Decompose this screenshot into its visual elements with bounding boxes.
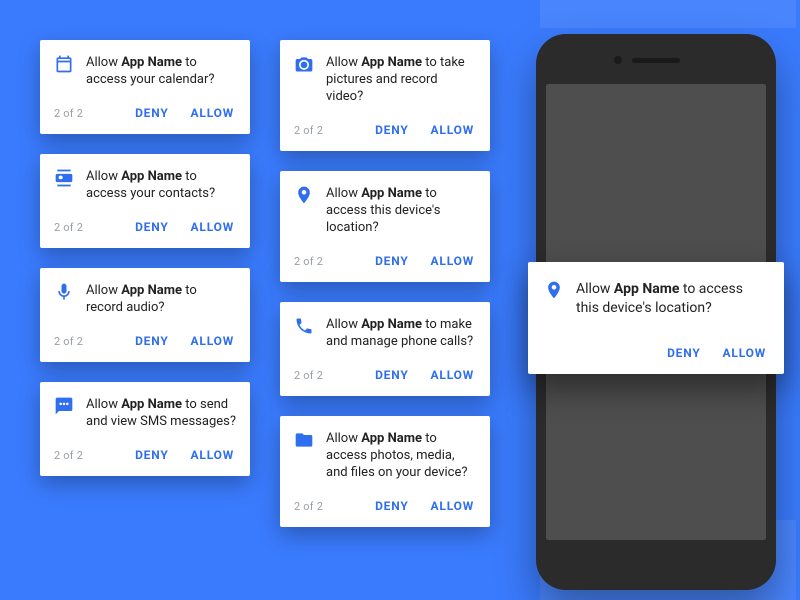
- deny-button[interactable]: DENY: [373, 250, 410, 272]
- allow-button[interactable]: ALLOW: [429, 119, 476, 141]
- permission-dialog-calendar: Allow App Name to access your calendar? 2…: [40, 40, 250, 134]
- permission-prefix: Allow: [326, 55, 361, 70]
- permission-counter: 2 of 2: [294, 255, 323, 268]
- permission-text: Allow App Name to send and view SMS mess…: [86, 396, 236, 430]
- permission-text: Allow App Name to make and manage phone …: [326, 316, 476, 350]
- allow-button[interactable]: ALLOW: [189, 102, 236, 124]
- permission-dialog-folder: Allow App Name to access photos, media, …: [280, 416, 490, 527]
- permission-counter: 2 of 2: [54, 449, 83, 462]
- mic-icon: [54, 282, 74, 302]
- permission-app-name: App Name: [121, 397, 182, 412]
- permission-prefix: Allow: [326, 317, 361, 332]
- permission-counter: 2 of 2: [54, 221, 83, 234]
- permission-prefix: Allow: [86, 55, 121, 70]
- sms-icon: [54, 396, 74, 416]
- permission-prefix: Allow: [326, 186, 361, 201]
- allow-button[interactable]: ALLOW: [429, 495, 476, 517]
- allow-button[interactable]: ALLOW: [189, 330, 236, 352]
- permission-app-name: App Name: [121, 169, 182, 184]
- permission-app-name: App Name: [361, 186, 422, 201]
- permission-app-name: App Name: [361, 55, 422, 70]
- folder-icon: [294, 430, 314, 450]
- permission-counter: 2 of 2: [294, 500, 323, 513]
- deny-button[interactable]: DENY: [133, 444, 170, 466]
- permission-dialog-location: Allow App Name to access this device's l…: [280, 171, 490, 282]
- ghost-card: [540, 0, 796, 28]
- permission-dialog-phone: Allow App Name to make and manage phone …: [280, 302, 490, 396]
- phone-frame: Allow App Name to access this device's l…: [536, 34, 776, 590]
- deny-button[interactable]: DENY: [373, 495, 410, 517]
- permission-dialog-contacts: Allow App Name to access your contacts? 2…: [40, 154, 250, 248]
- permission-text: Allow App Name to take pictures and reco…: [326, 54, 476, 105]
- permission-text: Allow App Name to access your contacts?: [86, 168, 236, 202]
- permission-text: Allow App Name to access your calendar?: [86, 54, 236, 88]
- deny-button[interactable]: DENY: [665, 342, 702, 364]
- calendar-icon: [54, 54, 74, 74]
- contacts-icon: [54, 168, 74, 188]
- permission-dialog-mic: Allow App Name to record audio? 2 of 2 DEN…: [40, 268, 250, 362]
- permission-prefix: Allow: [86, 397, 121, 412]
- phone-icon: [294, 316, 314, 336]
- allow-button[interactable]: ALLOW: [721, 342, 768, 364]
- phone-screen: Allow App Name to access this device's l…: [546, 84, 766, 540]
- allow-button[interactable]: ALLOW: [189, 216, 236, 238]
- permission-dialog-phone: Allow App Name to access this device's l…: [528, 262, 784, 374]
- permission-dialog-camera: Allow App Name to take pictures and reco…: [280, 40, 490, 151]
- permission-counter: 2 of 2: [294, 124, 323, 137]
- permission-text: Allow App Name to access photos, media, …: [326, 430, 476, 481]
- allow-button[interactable]: ALLOW: [429, 364, 476, 386]
- location-icon: [294, 185, 314, 205]
- permission-prefix: Allow: [86, 169, 121, 184]
- permission-counter: 2 of 2: [294, 369, 323, 382]
- location-icon: [544, 280, 564, 300]
- permission-app-name: App Name: [361, 431, 422, 446]
- permission-counter: 2 of 2: [54, 335, 83, 348]
- deny-button[interactable]: DENY: [133, 216, 170, 238]
- permission-app-name: App Name: [121, 55, 182, 70]
- allow-button[interactable]: ALLOW: [429, 250, 476, 272]
- deny-button[interactable]: DENY: [133, 102, 170, 124]
- camera-icon: [294, 54, 314, 74]
- permission-app-name: App Name: [361, 317, 422, 332]
- permission-prefix: Allow: [86, 283, 121, 298]
- deny-button[interactable]: DENY: [373, 364, 410, 386]
- permission-counter: 2 of 2: [54, 107, 83, 120]
- permission-prefix: Allow: [326, 431, 361, 446]
- deny-button[interactable]: DENY: [133, 330, 170, 352]
- permission-dialog-sms: Allow App Name to send and view SMS mess…: [40, 382, 250, 476]
- allow-button[interactable]: ALLOW: [189, 444, 236, 466]
- permission-app-name: App Name: [121, 283, 182, 298]
- permission-app-name: App Name: [614, 281, 679, 297]
- permission-text: Allow App Name to access this device's l…: [576, 280, 768, 318]
- permission-prefix: Allow: [576, 281, 614, 297]
- permission-text: Allow App Name to access this device's l…: [326, 185, 476, 236]
- deny-button[interactable]: DENY: [373, 119, 410, 141]
- permission-text: Allow App Name to record audio?: [86, 282, 236, 316]
